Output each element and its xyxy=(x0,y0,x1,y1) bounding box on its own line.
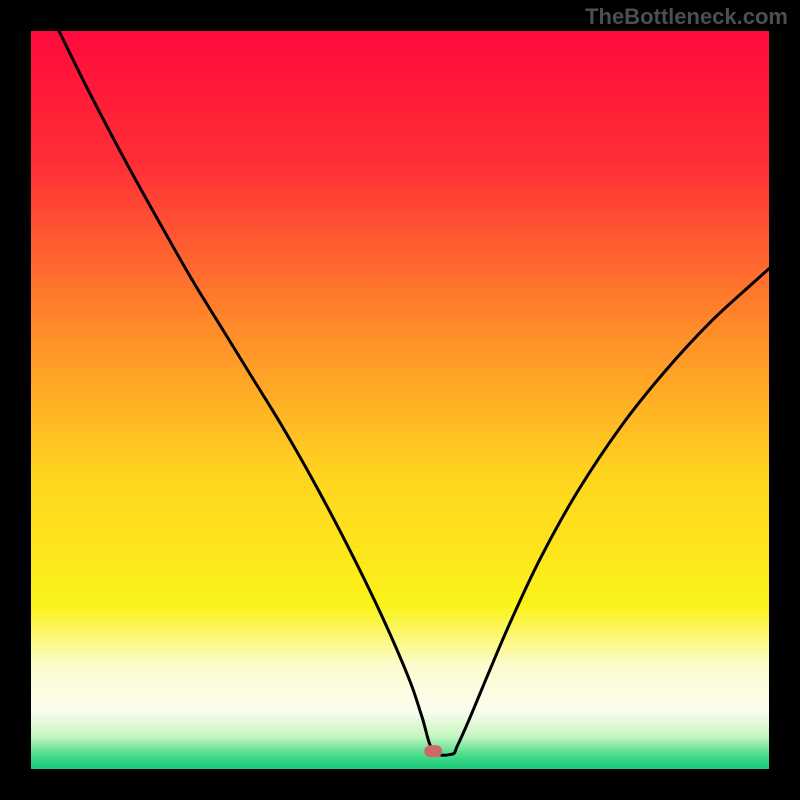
chart-frame: TheBottleneck.com xyxy=(0,0,800,800)
watermark-text: TheBottleneck.com xyxy=(585,4,788,30)
optimal-marker xyxy=(424,745,442,757)
chart-svg xyxy=(0,0,800,800)
